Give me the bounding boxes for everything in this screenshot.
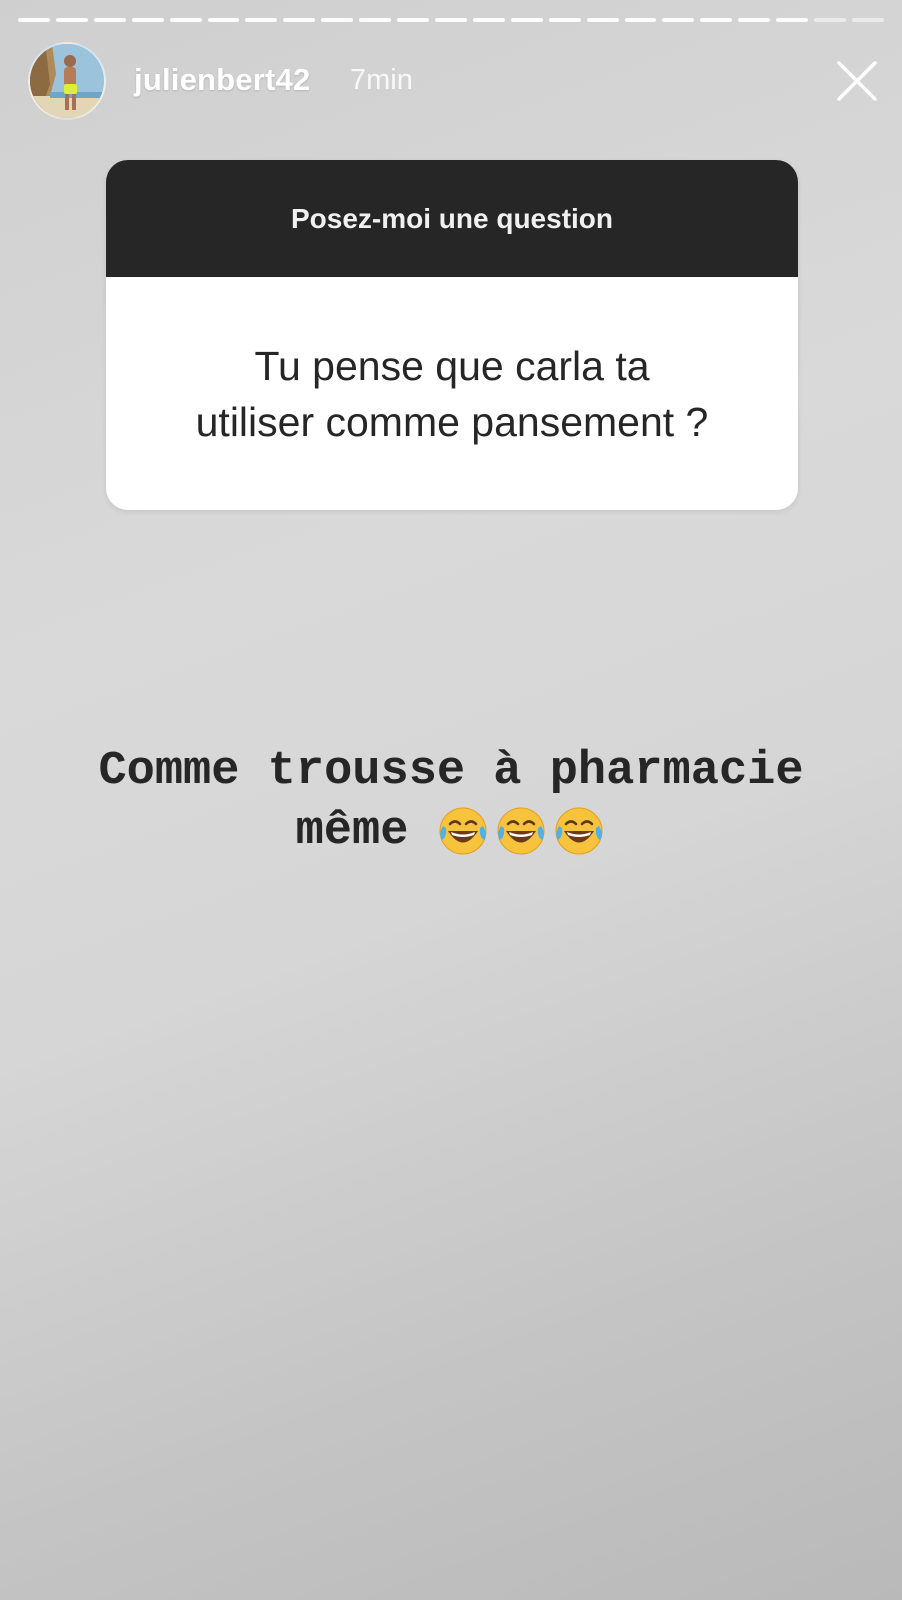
story-progress-segment (245, 18, 278, 22)
caption-line-2: même (295, 805, 409, 858)
face-with-tears-of-joy-icon (494, 804, 548, 858)
story-progress-segment (321, 18, 354, 22)
face-with-tears-of-joy-icon (552, 804, 606, 858)
story-header: julienbert42 7min (28, 42, 882, 120)
avatar[interactable] (28, 42, 106, 120)
caption-line-1: Comme trousse à pharmacie (98, 745, 804, 798)
story-progress-segment (814, 18, 846, 22)
story-progress-segment (586, 18, 619, 22)
story-caption: Comme trousse à pharmacie même (20, 742, 882, 862)
story-progress-segment (55, 18, 88, 22)
avatar-photo (30, 44, 104, 118)
story-progress-segment (359, 18, 392, 22)
story-progress-segment (624, 18, 657, 22)
timestamp: 7min (350, 64, 413, 96)
emoji-group (436, 804, 606, 858)
story-progress-segment (700, 18, 733, 22)
story-progress-segment (548, 18, 581, 22)
close-icon[interactable] (832, 56, 882, 106)
story-progress-segment (434, 18, 467, 22)
story-progress-segment (397, 18, 429, 22)
story-progress-segment (169, 18, 202, 22)
face-with-tears-of-joy-icon (436, 804, 490, 858)
story-progress-segment (776, 18, 809, 22)
story-progress-segment (207, 18, 240, 22)
story-progress-segment (851, 18, 884, 22)
question-sticker: Posez-moi une question Tu pense que carl… (106, 160, 798, 510)
story-progress-segment (93, 18, 126, 22)
username[interactable]: julienbert42 (134, 62, 310, 98)
story-progress-bar (18, 18, 884, 22)
story-progress-segment (131, 18, 164, 22)
question-sticker-header: Posez-moi une question (106, 160, 798, 277)
caption-line-2-wrap: même (20, 802, 882, 862)
story-progress-segment (472, 18, 505, 22)
story-progress-segment (283, 18, 316, 22)
question-text: Tu pense que carla ta utiliser comme pan… (195, 342, 709, 445)
story-progress-segment (510, 18, 543, 22)
story-progress-segment (738, 18, 771, 22)
story-progress-segment (18, 18, 50, 22)
story-progress-segment (662, 18, 695, 22)
